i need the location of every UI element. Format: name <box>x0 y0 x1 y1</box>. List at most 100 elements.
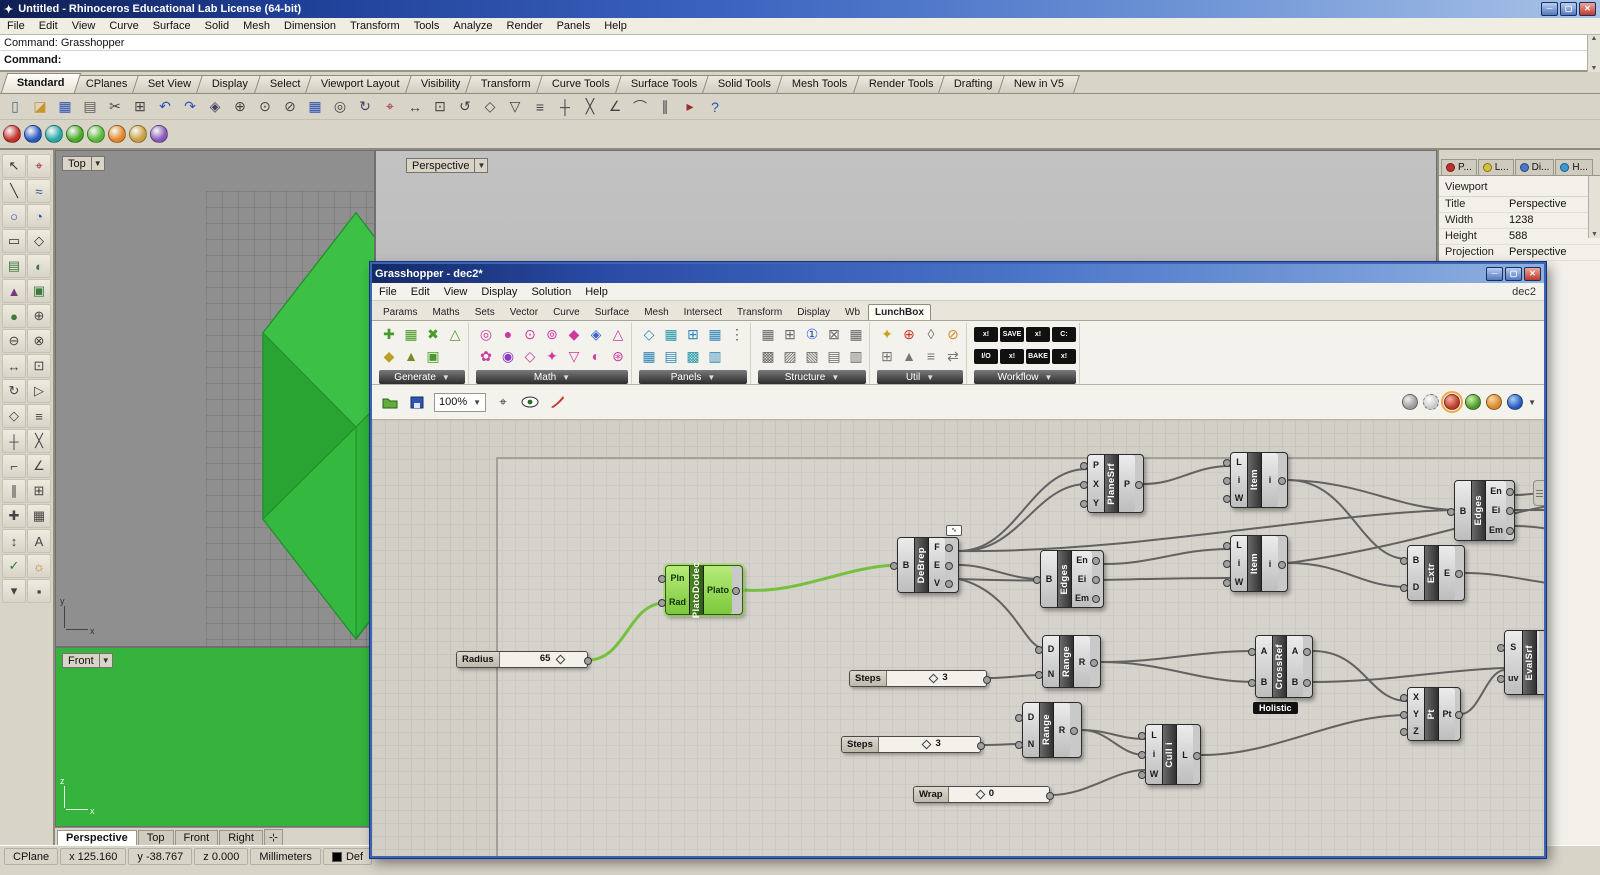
input-param[interactable]: S <box>1497 641 1521 653</box>
output-param[interactable]: i <box>1263 558 1286 570</box>
trim-icon[interactable]: ┼ <box>553 96 577 118</box>
gh-menu-item[interactable]: Display <box>474 285 524 299</box>
misc-tool-icon[interactable]: ▪ <box>27 579 51 603</box>
array-tool-icon[interactable]: ≡ <box>27 404 51 428</box>
input-param[interactable]: Rad <box>657 596 688 608</box>
menu-item[interactable]: Solid <box>198 19 236 33</box>
workflow-component-icon[interactable]: x! <box>974 326 998 342</box>
document-preview-icon[interactable] <box>1507 394 1524 410</box>
input-param[interactable]: D <box>1015 711 1038 723</box>
print-icon[interactable]: ▤ <box>78 96 102 118</box>
sphere-srf-icon[interactable]: ◐ <box>27 254 51 278</box>
lunchbox-component-icon[interactable]: ▤ <box>661 346 681 366</box>
input-param[interactable]: Y <box>1400 708 1423 720</box>
scale-icon[interactable]: ◇ <box>478 96 502 118</box>
lunchbox-component-icon[interactable]: ▦ <box>639 346 659 366</box>
crossref-holistic-tag[interactable]: Holistic <box>1253 702 1298 714</box>
lunchbox-component-icon[interactable]: ✖ <box>423 324 443 344</box>
component-tab[interactable]: Curve <box>546 304 587 320</box>
component-tab-lunchbox[interactable]: LunchBox <box>868 304 931 320</box>
move-icon[interactable]: ↔ <box>403 96 427 118</box>
scroll-down-icon[interactable]: ▼ <box>1591 231 1598 238</box>
status-cell[interactable]: x 125.160 <box>60 848 127 865</box>
gh-component-evalsrf[interactable]: Suv EvalSrf <box>1497 630 1544 695</box>
viewport-tab[interactable]: Top <box>137 830 174 845</box>
input-param[interactable]: B <box>1400 554 1423 566</box>
mirror-icon[interactable]: ▽ <box>503 96 527 118</box>
shaded-preview-icon[interactable] <box>1441 391 1464 413</box>
lunchbox-component-icon[interactable]: ⊙ <box>520 324 540 344</box>
environment-icon[interactable] <box>129 125 147 143</box>
input-param[interactable]: X <box>1080 478 1103 490</box>
fillet-icon[interactable]: ⌒ <box>628 96 652 118</box>
input-param[interactable]: N <box>1035 668 1058 680</box>
boolean-intersect-icon[interactable]: ⊗ <box>27 329 51 353</box>
lunchbox-component-icon[interactable]: ▧ <box>802 346 822 366</box>
output-param[interactable]: Ei <box>1073 573 1101 585</box>
move-tool-icon[interactable]: ↔ <box>2 354 26 378</box>
join-tool-icon[interactable]: ⊞ <box>27 479 51 503</box>
lunchbox-component-icon[interactable]: ≡ <box>921 346 941 366</box>
input-param[interactable]: Y <box>1080 497 1103 509</box>
lunchbox-component-icon[interactable]: ① <box>802 324 822 344</box>
canvas-side-widget[interactable] <box>1533 480 1544 506</box>
workflow-component-icon[interactable]: BAKE <box>1026 348 1050 364</box>
input-param[interactable]: Z <box>1400 725 1423 737</box>
lunchbox-component-icon[interactable]: ⊚ <box>542 324 562 344</box>
workflow-component-icon[interactable]: x! <box>1052 348 1076 364</box>
input-param[interactable]: P <box>1080 459 1103 471</box>
lunchbox-component-icon[interactable]: ◇ <box>639 324 659 344</box>
lunchbox-component-icon[interactable]: ▣ <box>423 346 443 366</box>
workflow-component-icon[interactable]: I/O <box>974 348 998 364</box>
close-button[interactable]: ✕ <box>1579 2 1596 16</box>
viewport-top[interactable]: Top ▼ yx <box>55 150 375 647</box>
toolbar-tab[interactable]: Mesh Tools <box>776 75 864 93</box>
workflow-component-icon[interactable]: x! <box>1000 348 1024 364</box>
split-tool-icon[interactable]: ╳ <box>27 429 51 453</box>
component-tab[interactable]: Vector <box>503 304 545 320</box>
osnap-icon[interactable]: ⌖ <box>27 154 51 178</box>
lunchbox-component-icon[interactable]: ▦ <box>705 324 725 344</box>
lunchbox-component-icon[interactable]: ◐ <box>586 346 606 366</box>
lunchbox-component-icon[interactable]: △ <box>445 324 465 344</box>
input-param[interactable]: uv <box>1497 672 1521 684</box>
ribbon-group-menu[interactable]: Util ▼ <box>877 370 963 384</box>
input-param[interactable]: D <box>1035 643 1058 655</box>
rotate-view-icon[interactable]: ↻ <box>353 96 377 118</box>
slider-handle[interactable] <box>555 654 566 664</box>
gh-component-edges-2[interactable]: B Edges En Ei Em <box>1447 480 1515 541</box>
gh-component-planesrf[interactable]: PXY PlaneSrf P <box>1080 454 1144 513</box>
polygon-icon[interactable]: ◇ <box>27 229 51 253</box>
gh-menu-item[interactable]: View <box>437 285 475 299</box>
lunchbox-component-icon[interactable]: ✚ <box>379 324 399 344</box>
lunchbox-component-icon[interactable]: ⊞ <box>780 324 800 344</box>
select-icon[interactable]: ↖ <box>2 154 26 178</box>
extend-icon[interactable]: ∠ <box>603 96 627 118</box>
copy-object-icon[interactable]: ⊡ <box>428 96 452 118</box>
gh-minimize-button[interactable]: ─ <box>1486 266 1503 281</box>
extend-tool-icon[interactable]: ⌐ <box>2 454 26 478</box>
panel-scrollbar[interactable]: ▼ <box>1588 176 1600 238</box>
scale-tool-icon[interactable]: ◇ <box>2 404 26 428</box>
menu-item[interactable]: Panels <box>550 19 598 33</box>
gh-component-point[interactable]: XYZ Pt Pt <box>1400 687 1463 741</box>
offset-tool-icon[interactable]: ∥ <box>2 479 26 503</box>
input-param[interactable]: W <box>1138 768 1161 780</box>
gh-component-platododec[interactable]: Pln Rad PlatoDodec Plato <box>657 562 743 618</box>
lunchbox-component-icon[interactable]: ▥ <box>705 346 725 366</box>
viewport-top-label[interactable]: Top ▼ <box>62 156 105 171</box>
slider-handle[interactable] <box>921 739 932 749</box>
undo-icon[interactable]: ↶ <box>153 96 177 118</box>
input-param[interactable]: D <box>1400 581 1423 593</box>
toolbar-tab[interactable]: Render Tools <box>852 75 950 93</box>
lunchbox-component-icon[interactable]: ▲ <box>899 346 919 366</box>
lunchbox-component-icon[interactable]: ⇄ <box>943 346 963 366</box>
redo-icon[interactable]: ↷ <box>178 96 202 118</box>
render-preview-icon[interactable] <box>24 125 42 143</box>
lunchbox-component-icon[interactable]: ▦ <box>401 324 421 344</box>
scroll-down-icon[interactable]: ▼ <box>1591 65 1598 72</box>
viewport-tab[interactable]: Front <box>174 830 219 845</box>
lunchbox-component-icon[interactable]: ▤ <box>824 346 844 366</box>
fillet-tool-icon[interactable]: ∠ <box>27 454 51 478</box>
menu-item[interactable]: Help <box>597 19 634 33</box>
